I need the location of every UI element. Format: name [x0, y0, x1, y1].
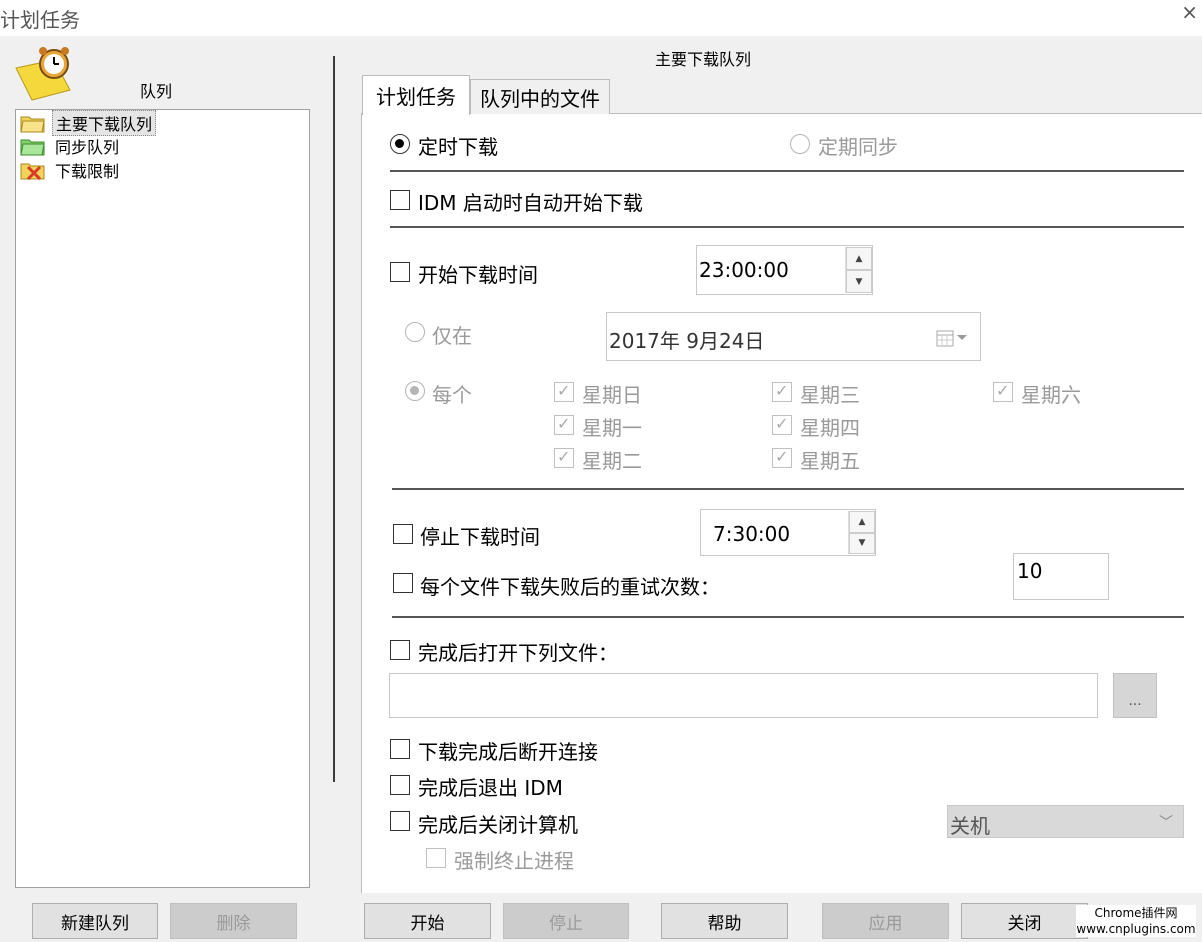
tuesday-checkbox[interactable]	[554, 447, 574, 468]
tab-files-in-queue[interactable]: 队列中的文件	[470, 79, 610, 114]
force-kill-label: 强制终止进程	[454, 849, 574, 873]
browse-button[interactable]: ...	[1113, 673, 1157, 718]
disconnect-checkbox[interactable]	[390, 739, 410, 759]
wednesday-label: 星期三	[800, 383, 860, 407]
watermark-line2: www.cnplugins.com	[1076, 922, 1196, 936]
timed-download-label: 定时下载	[418, 135, 498, 159]
window-title: 计划任务	[0, 8, 80, 32]
tab-schedule[interactable]: 计划任务	[362, 75, 470, 115]
shutdown-mode-value: 关机	[950, 814, 990, 838]
chevron-down-icon: ﹀	[1159, 815, 1173, 831]
queue-tree[interactable]: 主要下载队列 同步队列 下载限制	[15, 109, 310, 888]
new-queue-button[interactable]: 新建队列	[32, 903, 158, 939]
pane-divider[interactable]	[333, 56, 335, 782]
stop-time-value[interactable]: 7:30:00	[713, 522, 790, 546]
disconnect-label: 下载完成后断开连接	[418, 740, 598, 764]
retry-count-value: 10	[1017, 559, 1043, 583]
help-button[interactable]: 帮助	[661, 903, 788, 939]
divider	[392, 488, 1184, 490]
queue-item-label: 下载限制	[55, 162, 120, 181]
periodic-sync-radio[interactable]	[790, 134, 810, 154]
alarm-clock-icon	[15, 47, 71, 101]
open-file-label: 完成后打开下列文件：	[418, 641, 618, 665]
start-time-value[interactable]: 23:00:00	[699, 258, 789, 282]
close-button[interactable]: 关闭	[961, 903, 1088, 939]
start-time-checkbox[interactable]	[390, 262, 410, 282]
monday-checkbox[interactable]	[554, 414, 574, 435]
open-file-checkbox[interactable]	[390, 640, 410, 660]
date-picker[interactable]: 2017年 9月24日	[606, 312, 981, 361]
thursday-checkbox[interactable]	[772, 414, 792, 435]
saturday-checkbox[interactable]	[993, 381, 1013, 402]
watermark-line1: Chrome插件网	[1094, 906, 1178, 920]
only-on-label: 仅在	[432, 324, 472, 348]
timed-download-radio[interactable]	[390, 134, 410, 154]
auto-start-label: IDM 启动时自动开始下载	[418, 191, 643, 215]
queue-item-label: 主要下载队列	[52, 110, 157, 136]
shutdown-mode-select[interactable]: 关机 ﹀	[947, 805, 1184, 838]
limit-folder-icon	[20, 163, 45, 180]
watermark: Chrome插件网 www.cnplugins.com	[1076, 905, 1196, 937]
close-window-icon[interactable]: ×	[1181, 0, 1198, 24]
retry-count-input[interactable]: 10	[1013, 553, 1109, 600]
green-folder-icon	[20, 139, 45, 156]
divider	[392, 616, 1184, 618]
calendar-dropdown-icon[interactable]	[936, 329, 968, 347]
main-queue-title: 主要下载队列	[654, 50, 751, 69]
exit-idm-label: 完成后退出 IDM	[418, 776, 563, 800]
friday-label: 星期五	[800, 449, 860, 473]
wednesday-checkbox[interactable]	[772, 381, 792, 402]
open-file-path-input[interactable]	[389, 673, 1098, 718]
start-time-stepper[interactable]: 23:00:00 ▲ ▼	[696, 245, 873, 295]
queue-item-label: 同步队列	[55, 138, 120, 157]
stop-button[interactable]: 停止	[503, 903, 629, 939]
saturday-label: 星期六	[1021, 383, 1081, 407]
apply-button[interactable]: 应用	[822, 903, 949, 939]
exit-idm-checkbox[interactable]	[390, 775, 410, 795]
stop-time-checkbox[interactable]	[393, 524, 413, 544]
decrement-icon[interactable]: ▼	[849, 532, 875, 554]
divider	[390, 170, 1184, 172]
only-on-radio[interactable]	[405, 322, 425, 342]
increment-icon[interactable]: ▲	[846, 247, 872, 270]
friday-checkbox[interactable]	[772, 447, 792, 468]
delete-queue-button[interactable]: 删除	[170, 903, 297, 939]
queue-item-main[interactable]: 主要下载队列	[20, 110, 157, 136]
queue-item-limit[interactable]: 下载限制	[20, 159, 122, 181]
retry-label: 每个文件下载失败后的重试次数：	[420, 575, 720, 599]
shutdown-label: 完成后关闭计算机	[418, 813, 578, 837]
thursday-label: 星期四	[800, 416, 860, 440]
monday-label: 星期一	[582, 416, 642, 440]
stop-time-label: 停止下载时间	[420, 525, 540, 549]
increment-icon[interactable]: ▲	[849, 511, 875, 533]
periodic-sync-label: 定期同步	[818, 135, 898, 159]
queue-item-sync[interactable]: 同步队列	[20, 135, 122, 157]
decrement-icon[interactable]: ▼	[846, 270, 872, 293]
every-label: 每个	[432, 383, 472, 407]
queue-header-label: 队列	[140, 82, 173, 101]
tuesday-label: 星期二	[582, 449, 642, 473]
every-radio[interactable]	[405, 381, 425, 401]
sunday-checkbox[interactable]	[554, 381, 574, 402]
shutdown-checkbox[interactable]	[390, 811, 410, 831]
stop-time-stepper[interactable]: 7:30:00 ▲ ▼	[700, 509, 876, 556]
retry-checkbox[interactable]	[393, 573, 413, 593]
force-kill-checkbox[interactable]	[426, 848, 446, 868]
sunday-label: 星期日	[582, 383, 642, 407]
yellow-folder-icon	[20, 116, 45, 133]
date-value: 2017年 9月24日	[609, 329, 765, 353]
title-bar: 计划任务 ×	[0, 0, 1202, 36]
start-time-label: 开始下载时间	[418, 263, 538, 287]
divider	[390, 226, 1184, 228]
auto-start-checkbox[interactable]	[390, 190, 410, 210]
start-button[interactable]: 开始	[364, 903, 491, 939]
